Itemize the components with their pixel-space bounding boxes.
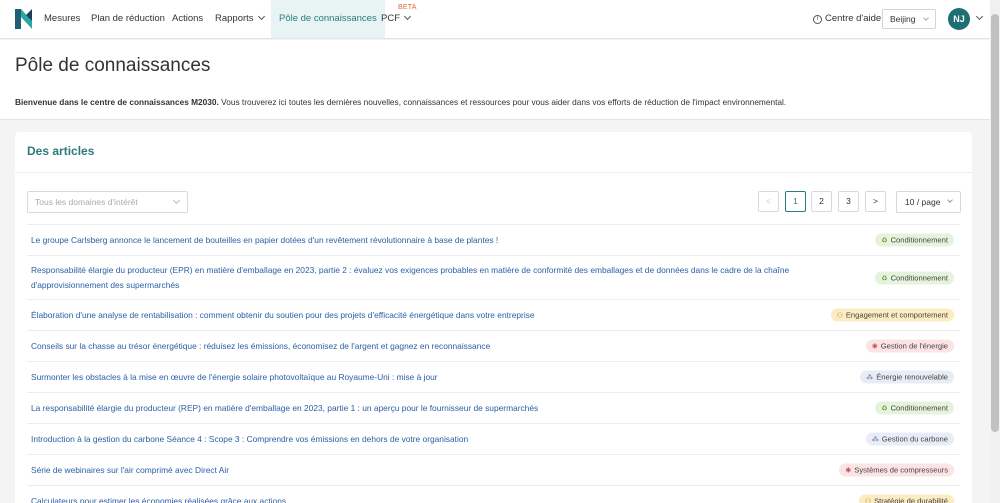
article-title-link[interactable]: Introduction à la gestion du carbone Séa… xyxy=(31,432,810,447)
article-row: Le groupe Carlsberg annonce le lancement… xyxy=(27,225,960,256)
category-tag-label: Énergie renouvelable xyxy=(876,372,948,382)
category-tag: ⚇ Stratégie de durabilité xyxy=(858,494,954,503)
article-row: Surmonter les obstacles à la mise en œuv… xyxy=(27,362,960,393)
filter-placeholder: Tous les domaines d'intérêt xyxy=(35,197,138,207)
people-icon: ⚇ xyxy=(836,312,843,320)
recycle-icon: ♻ xyxy=(881,275,888,282)
category-tag: ⚇ Engagement et comportement xyxy=(830,308,954,322)
article-title-link[interactable]: Conseils sur la chasse au trésor énergét… xyxy=(31,339,810,354)
nav-item-rapports[interactable]: Rapports xyxy=(215,0,265,38)
city-select-value: Beijing xyxy=(890,14,916,24)
article-row: Conseils sur la chasse au trésor énergét… xyxy=(27,331,960,362)
article-title-link[interactable]: La responsabilité élargie du producteur … xyxy=(31,401,810,416)
article-title-link[interactable]: Série de webinaires sur l'air comprimé a… xyxy=(31,463,810,478)
chevron-down-icon xyxy=(947,197,953,203)
category-tag-label: Conditionnement xyxy=(890,403,948,413)
intro-text: Bienvenue dans le centre de connaissance… xyxy=(15,97,786,107)
category-tag-label: Systèmes de compresseurs xyxy=(854,465,948,475)
chevron-down-icon xyxy=(923,15,929,21)
nav-item-rapports-label: Rapports xyxy=(215,13,254,24)
article-row: Introduction à la gestion du carbone Séa… xyxy=(27,424,960,455)
pagination-page-2[interactable]: 2 xyxy=(811,191,832,212)
category-tag: ✱ Systèmes de compresseurs xyxy=(839,463,954,477)
divider xyxy=(15,172,972,173)
nav-item-pcf-label: PCF xyxy=(381,13,400,24)
page-size-select[interactable]: 10 / page xyxy=(896,191,961,213)
article-title-link[interactable]: Responsabilité élargie du producteur (EP… xyxy=(31,263,810,293)
top-navigation-bar: Mesures Plan de réduction Actions Rappor… xyxy=(0,0,990,39)
bulb-icon: ✱ xyxy=(871,343,878,351)
pagination-page-1[interactable]: 1 xyxy=(785,191,806,212)
vertical-scrollbar[interactable] xyxy=(990,0,1000,503)
page-size-value: 10 / page xyxy=(905,197,941,207)
category-tag: ⁂ Énergie renouvelable xyxy=(860,370,954,384)
people-icon: ⚇ xyxy=(864,498,872,503)
article-row: Responsabilité élargie du producteur (EP… xyxy=(27,256,960,300)
article-list: Le groupe Carlsberg annonce le lancement… xyxy=(27,224,960,503)
help-center-link[interactable]: i Centre d'aide xyxy=(813,0,881,38)
articles-title: Des articles xyxy=(27,144,95,158)
help-center-label: Centre d'aide xyxy=(825,13,882,24)
category-tag-label: Gestion du carbone xyxy=(881,434,948,444)
articles-card: Des articles Tous les domaines d'intérêt… xyxy=(15,132,972,503)
page-header: Pôle de connaissances Bienvenue dans le … xyxy=(0,40,990,120)
article-title-link[interactable]: Calculateurs pour estimer les économies … xyxy=(31,494,810,503)
category-tag: ✱ Gestion de l'énergie xyxy=(865,339,954,353)
molecule-icon: ⁂ xyxy=(871,436,879,444)
info-icon: i xyxy=(813,15,822,24)
category-tag-label: Conditionnement xyxy=(890,235,948,245)
article-row: La responsabilité élargie du producteur … xyxy=(27,393,960,424)
avatar[interactable]: NJ xyxy=(948,8,970,30)
page-title: Pôle de connaissances xyxy=(15,55,211,76)
pagination-prev-button[interactable]: < xyxy=(758,191,779,212)
chevron-down-icon xyxy=(172,196,181,205)
molecule-icon: ⁂ xyxy=(866,374,874,382)
category-tag-label: Engagement et comportement xyxy=(845,310,948,320)
intro-bold: Bienvenue dans le centre de connaissance… xyxy=(15,97,219,107)
category-tag: ♻ Conditionnement xyxy=(875,401,954,415)
article-title-link[interactable]: Surmonter les obstacles à la mise en œuv… xyxy=(31,370,810,385)
nav-item-actions[interactable]: Actions xyxy=(172,0,203,38)
category-tag: ♻ Conditionnement xyxy=(875,233,954,247)
pagination-next-button[interactable]: > xyxy=(865,191,886,212)
article-title-link[interactable]: Le groupe Carlsberg annonce le lancement… xyxy=(31,233,810,248)
article-row: Calculateurs pour estimer les économies … xyxy=(27,486,960,503)
chevron-down-icon xyxy=(257,12,265,21)
category-tag-label: Stratégie de durabilité xyxy=(874,496,948,503)
logo-icon[interactable] xyxy=(15,9,32,29)
category-tag-label: Gestion de l'énergie xyxy=(880,341,948,351)
beta-badge: BETA xyxy=(398,4,417,11)
chevron-down-icon xyxy=(403,12,412,21)
category-tag-label: Conditionnement xyxy=(890,273,948,282)
recycle-icon: ♻ xyxy=(881,237,888,245)
scrollbar-thumb[interactable] xyxy=(991,14,999,432)
article-row: Élaboration d'une analyse de rentabilisa… xyxy=(27,300,960,331)
pagination-page-3[interactable]: 3 xyxy=(838,191,859,212)
nav-item-mesures[interactable]: Mesures xyxy=(44,0,80,38)
interest-filter-select[interactable]: Tous les domaines d'intérêt xyxy=(27,191,188,213)
chevron-down-icon[interactable] xyxy=(975,12,984,21)
nav-item-plan-de-reduction[interactable]: Plan de réduction xyxy=(91,0,165,38)
bulb-icon: ✱ xyxy=(845,467,852,475)
article-title-link[interactable]: Élaboration d'une analyse de rentabilisa… xyxy=(31,308,810,323)
recycle-icon: ♻ xyxy=(881,405,888,413)
article-row: Série de webinaires sur l'air comprimé a… xyxy=(27,455,960,486)
city-select[interactable]: Beijing xyxy=(882,9,936,29)
intro-rest: Vous trouverez ici toutes les dernières … xyxy=(218,97,787,107)
category-tag: ⁂ Gestion du carbone xyxy=(865,432,954,446)
nav-item-pole-de-connaissances[interactable]: Pôle de connaissances xyxy=(271,0,385,38)
category-tag: ♻ Conditionnement xyxy=(875,271,954,284)
